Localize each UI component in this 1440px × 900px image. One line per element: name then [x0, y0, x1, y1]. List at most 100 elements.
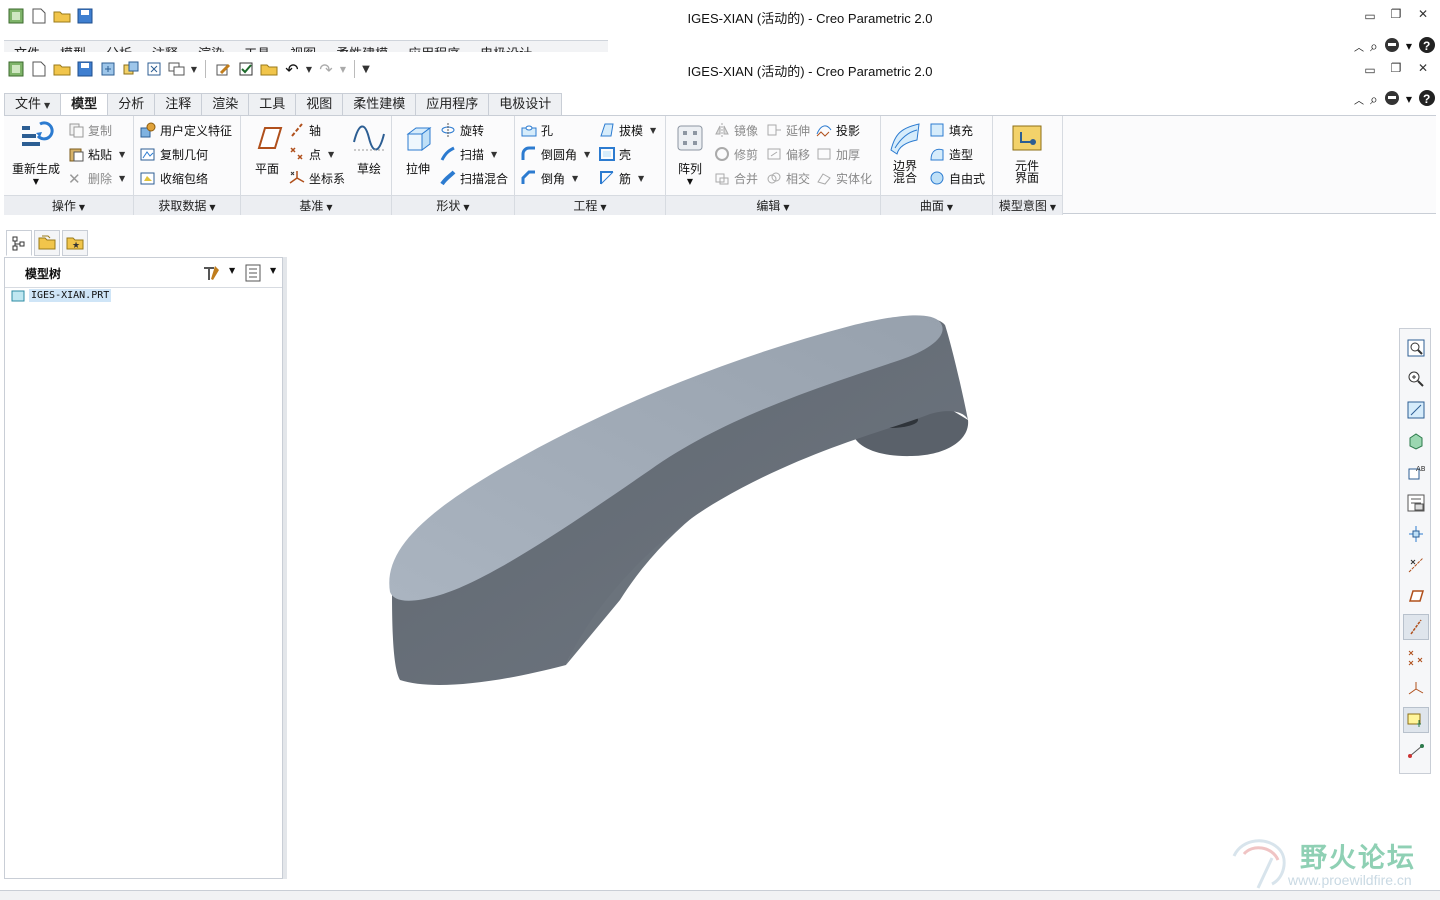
refit-icon[interactable]	[1403, 335, 1429, 361]
group-label-surfaces[interactable]: 曲面 ▼	[881, 195, 992, 215]
datum-plane-button[interactable]: 平面	[243, 120, 291, 190]
minimize-icon[interactable]: ▭	[1360, 62, 1380, 78]
delete-button[interactable]: ✕ 删除 ▼	[68, 168, 125, 188]
favorites-tab[interactable]: ★	[62, 230, 88, 256]
settings-dropdown-icon[interactable]: ▼	[229, 266, 235, 275]
panel-splitter[interactable]	[283, 257, 287, 879]
component-interface-button[interactable]: 元件界面	[1003, 120, 1051, 190]
ghost-dropdown-icon[interactable]: ▼	[1406, 42, 1412, 51]
csys-display-icon[interactable]	[1403, 676, 1429, 702]
point-display-icon[interactable]	[1403, 645, 1429, 671]
restore-icon[interactable]: ❐	[1386, 60, 1406, 76]
help-icon[interactable]: ?	[1418, 89, 1436, 110]
freestyle-button[interactable]: 自由式	[929, 168, 985, 188]
regenerate-button[interactable]: 重新生成 ▼	[8, 120, 64, 190]
datum-axis-button[interactable]: 轴	[289, 120, 321, 140]
group-label-datum[interactable]: 基准 ▼	[241, 195, 391, 215]
group-label-shapes[interactable]: 形状 ▼	[392, 195, 514, 215]
zoom-in-icon[interactable]	[1403, 366, 1429, 392]
tab-applications[interactable]: 应用程序	[415, 93, 490, 115]
extrude-button[interactable]: 拉伸	[394, 120, 442, 190]
search-icon[interactable]: ⌕	[1370, 92, 1378, 108]
revolve-button[interactable]: 旋转	[440, 120, 484, 140]
tab-tools[interactable]: 工具	[248, 93, 297, 115]
folder-icon[interactable]	[259, 59, 279, 79]
open-folder-icon[interactable]	[52, 59, 72, 79]
tab-flexible-modeling[interactable]: 柔性建模	[342, 93, 417, 115]
annotation-display-icon[interactable]	[1403, 552, 1429, 578]
undo-dropdown-icon[interactable]: ▼	[305, 59, 313, 79]
ghost-restore-icon[interactable]: ❐	[1386, 6, 1406, 22]
community-icon[interactable]	[1384, 90, 1400, 109]
redo-icon[interactable]: ↷	[316, 59, 336, 79]
tab-view[interactable]: 视图	[295, 93, 344, 115]
ghost-collapse-ribbon-icon[interactable]: ︿	[1354, 39, 1364, 54]
chamfer-button[interactable]: 倒角 ▼	[521, 168, 578, 188]
checkbox-icon[interactable]	[236, 59, 256, 79]
group-label-get-data[interactable]: 获取数据 ▼	[134, 195, 240, 215]
display-style-icon[interactable]	[1403, 428, 1429, 454]
style-button[interactable]: 造型	[929, 144, 973, 164]
folder-browser-tab[interactable]	[34, 230, 60, 256]
sketch-button[interactable]: 草绘	[345, 120, 393, 190]
save-icon[interactable]	[75, 6, 95, 26]
model-tree-tab[interactable]	[6, 230, 32, 256]
copy-geometry-button[interactable]: 复制几何	[140, 144, 208, 164]
tab-render[interactable]: 渲染	[201, 93, 250, 115]
paste-button[interactable]: 粘贴 ▼	[68, 144, 125, 164]
coordinate-system-button[interactable]: 坐标系	[289, 168, 345, 188]
community-dropdown-icon[interactable]: ▼	[1406, 95, 1412, 104]
tab-analysis[interactable]: 分析	[107, 93, 156, 115]
regenerate-icon[interactable]	[98, 59, 118, 79]
spin-center-icon[interactable]	[1403, 707, 1429, 733]
pattern-button[interactable]: 阵列 ▼	[666, 120, 714, 190]
collapse-ribbon-icon[interactable]: ︿	[1354, 92, 1364, 107]
group-label-model-intent[interactable]: 模型意图 ▼	[993, 195, 1062, 215]
windows-icon[interactable]	[121, 59, 141, 79]
customize-toolbar-icon[interactable]: ▼	[362, 59, 370, 79]
new-file-icon[interactable]	[29, 59, 49, 79]
offset-button[interactable]: 偏移	[766, 144, 810, 164]
tab-model[interactable]: 模型	[60, 93, 109, 116]
thicken-button[interactable]: 加厚	[816, 144, 860, 164]
datum-point-button[interactable]: 点 ▼	[289, 144, 334, 164]
redo-dropdown-icon[interactable]: ▼	[339, 59, 347, 79]
close-window-icon[interactable]	[144, 59, 164, 79]
swept-blend-button[interactable]: 扫描混合	[440, 168, 508, 188]
intersect-button[interactable]: 相交	[766, 168, 810, 188]
group-label-engineering[interactable]: 工程 ▼	[515, 195, 665, 215]
close-icon[interactable]: ✕	[1413, 60, 1433, 76]
project-button[interactable]: 投影	[816, 120, 860, 140]
merge-button[interactable]: 合并	[714, 168, 758, 188]
shell-button[interactable]: 壳	[599, 144, 631, 164]
saved-orientations-icon[interactable]: AB	[1403, 459, 1429, 485]
tab-electrode-design[interactable]: 电极设计	[488, 93, 563, 115]
hole-button[interactable]: 孔	[521, 120, 553, 140]
perspective-icon[interactable]	[1403, 521, 1429, 547]
round-button[interactable]: 倒圆角 ▼	[521, 144, 590, 164]
zoom-out-icon[interactable]	[1403, 397, 1429, 423]
extend-button[interactable]: 延伸	[766, 120, 810, 140]
fill-button[interactable]: 填充	[929, 120, 973, 140]
graphics-viewport[interactable]	[290, 220, 1390, 880]
settings-tools-icon[interactable]	[201, 264, 221, 285]
tree-item-root[interactable]: IGES-XIAN.PRT	[11, 289, 112, 302]
switch-window-dropdown-icon[interactable]: ▼	[190, 59, 198, 79]
new-file-icon[interactable]	[29, 6, 49, 26]
draft-button[interactable]: 拔模 ▼	[599, 120, 656, 140]
sweep-button[interactable]: 扫描 ▼	[440, 144, 497, 164]
shrinkwrap-button[interactable]: 收缩包络	[140, 168, 208, 188]
boundary-blend-button[interactable]: 边界混合	[881, 120, 929, 190]
group-label-operations[interactable]: 操作 ▼	[4, 195, 133, 215]
open-folder-icon[interactable]	[52, 6, 72, 26]
trim-button[interactable]: 修剪	[714, 144, 758, 164]
switch-window-icon[interactable]	[167, 59, 187, 79]
copy-button[interactable]: 复制	[68, 120, 112, 140]
show-dropdown-icon[interactable]: ▼	[270, 266, 276, 275]
tab-file[interactable]: 文件 ▼	[4, 93, 62, 115]
user-defined-feature-button[interactable]: 用户定义特征	[140, 120, 232, 140]
plane-display-icon[interactable]	[1403, 583, 1429, 609]
orientation-icon[interactable]	[1403, 738, 1429, 764]
undo-icon[interactable]: ↶	[282, 59, 302, 79]
save-icon[interactable]	[75, 59, 95, 79]
